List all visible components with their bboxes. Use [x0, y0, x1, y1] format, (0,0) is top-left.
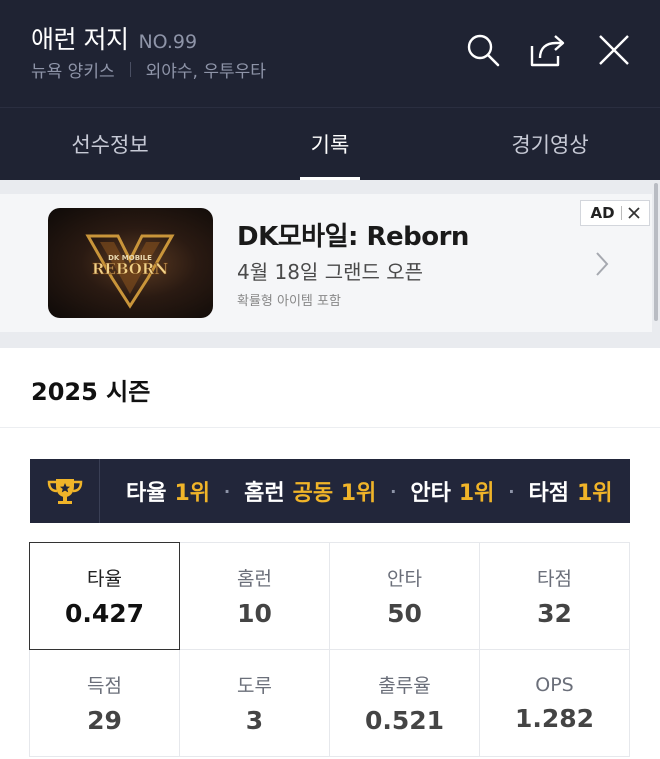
share-icon: [530, 35, 565, 67]
ad-section: DK MOBILE REBORN DK모바일: Reborn 4월 18일 그랜…: [0, 180, 660, 348]
tab-player-info[interactable]: 선수정보: [0, 108, 220, 180]
stat-label: 타율: [87, 568, 122, 590]
ad-banner[interactable]: DK MOBILE REBORN DK모바일: Reborn 4월 18일 그랜…: [0, 194, 652, 332]
ranking-label: 타점: [528, 481, 569, 506]
stat-cell-ops[interactable]: OPS 1.282: [479, 649, 630, 757]
tab-records[interactable]: 기록: [220, 108, 440, 180]
ranking-value: 1위: [576, 481, 613, 506]
ranking-separator: ·: [390, 481, 397, 501]
ranking-separator: ·: [224, 481, 231, 501]
tab-label: 기록: [310, 133, 350, 157]
player-position: 외야수, 우투우타: [145, 62, 266, 82]
player-header: 애런 저지 NO.99 뉴욕 양키스 외야수, 우투우타 선수정보 기록 경기영…: [0, 0, 660, 180]
ranking-label: 홈런: [244, 481, 285, 506]
ad-badge-label: AD: [590, 204, 615, 222]
stat-label: 홈런: [237, 568, 272, 590]
stat-cell-rbi[interactable]: 타점 32: [479, 542, 630, 650]
ranking-list: 타율 1위 · 홈런 공동 1위 · 안타 1위 · 타점 1위: [126, 459, 613, 523]
stat-label: 출루율: [378, 675, 431, 697]
close-button[interactable]: [594, 30, 634, 70]
trophy-icon: [47, 479, 82, 504]
ranking-value: 공동 1위: [292, 481, 377, 506]
player-number: NO.99: [138, 31, 198, 53]
stat-value: 32: [537, 599, 572, 628]
stat-cell-runs[interactable]: 득점 29: [29, 649, 180, 757]
stat-value: 29: [87, 706, 122, 735]
ranking-value: 1위: [174, 481, 211, 506]
stat-value: 0.521: [364, 706, 445, 735]
ad-badge-divider: [620, 206, 622, 220]
season-title: 2025 시즌: [31, 378, 151, 406]
ad-title[interactable]: DK모바일: Reborn: [237, 216, 469, 253]
ad-thumbnail[interactable]: DK MOBILE REBORN: [48, 208, 213, 318]
tab-label: 경기영상: [511, 133, 589, 157]
ranking-label: 타율: [126, 481, 167, 506]
ranking-label: 안타: [410, 481, 451, 506]
ranking-item: 타율 1위: [126, 475, 210, 507]
stat-value: 50: [387, 599, 422, 628]
team-name[interactable]: 뉴욕 양키스: [31, 57, 115, 82]
ad-subtitle: 4월 18일 그랜드 오픈: [237, 260, 424, 284]
player-name: 애런 저지: [31, 25, 129, 54]
player-info-row: 뉴욕 양키스 외야수, 우투우타: [31, 57, 266, 82]
close-icon[interactable]: [627, 207, 640, 219]
stat-label: 득점: [87, 675, 122, 697]
search-icon: [467, 34, 500, 67]
tab-game-video[interactable]: 경기영상: [440, 108, 660, 180]
stats-grid: 타율 0.427 홈런 10 안타 50 타점 32 득점 29 도루 3 출루…: [29, 542, 630, 757]
tab-label: 선수정보: [71, 133, 149, 157]
ad-note: 확률형 아이템 포함: [237, 294, 341, 309]
ad-badge[interactable]: AD: [580, 200, 650, 226]
stat-cell-home-runs[interactable]: 홈런 10: [179, 542, 330, 650]
stat-value: 0.427: [64, 599, 145, 628]
trophy-box: [30, 459, 100, 523]
stat-value: 10: [237, 599, 272, 628]
stat-label: 안타: [387, 568, 422, 590]
season-header: 2025 시즌: [0, 348, 660, 428]
close-icon: [599, 35, 629, 65]
tab-bar: 선수정보 기록 경기영상: [0, 107, 660, 180]
search-button[interactable]: [463, 30, 503, 70]
ad-logo-main: REBORN: [92, 260, 168, 278]
stat-cell-hits[interactable]: 안타 50: [329, 542, 480, 650]
stat-cell-on-base-percentage[interactable]: 출루율 0.521: [329, 649, 480, 757]
ranking-item: 타점 1위: [529, 475, 613, 507]
ranking-separator: ·: [508, 481, 515, 501]
stat-value: 3: [245, 706, 264, 735]
ranking-item: 안타 1위: [410, 475, 494, 507]
scrollbar[interactable]: [654, 183, 658, 321]
info-divider: [129, 62, 131, 77]
player-title-row: 애런 저지 NO.99: [31, 20, 197, 56]
stat-cell-batting-average[interactable]: 타율 0.427: [29, 542, 180, 650]
chevron-right-icon[interactable]: [592, 250, 612, 278]
ranking-bar: 타율 1위 · 홈런 공동 1위 · 안타 1위 · 타점 1위: [30, 459, 630, 523]
ranking-value: 1위: [458, 481, 495, 506]
stat-label: 타점: [537, 568, 572, 590]
game-logo-image: DK MOBILE REBORN: [85, 234, 175, 309]
stat-label: OPS: [535, 673, 574, 696]
ranking-item: 홈런 공동 1위: [244, 475, 376, 507]
stat-cell-stolen-bases[interactable]: 도루 3: [179, 649, 330, 757]
stat-value: 1.282: [514, 703, 595, 733]
stat-label: 도루: [237, 675, 272, 697]
share-button[interactable]: [528, 30, 568, 70]
